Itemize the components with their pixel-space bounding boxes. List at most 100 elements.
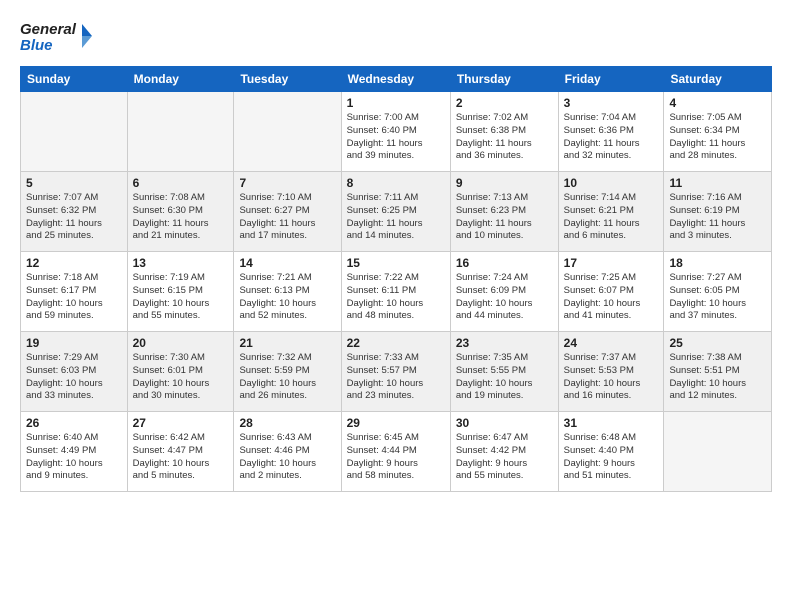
weekday-header-row: SundayMondayTuesdayWednesdayThursdayFrid…: [21, 67, 772, 92]
day-number: 15: [347, 256, 445, 270]
weekday-header-wednesday: Wednesday: [341, 67, 450, 92]
day-info: Sunrise: 6:42 AM Sunset: 4:47 PM Dayligh…: [133, 432, 229, 483]
day-number: 16: [456, 256, 553, 270]
day-number: 31: [564, 416, 659, 430]
day-cell: 12 Sunrise: 7:18 AM Sunset: 6:17 PM Dayli…: [21, 252, 128, 332]
day-cell: 3Sunrise: 7:04 AM Sunset: 6:36 PM Daylig…: [558, 92, 664, 172]
day-cell: 11 Sunrise: 7:16 AM Sunset: 6:19 PM Dayli…: [664, 172, 772, 252]
day-info: Sunrise: 7:29 AM Sunset: 6:03 PM Dayligh…: [26, 352, 122, 403]
day-cell: 4Sunrise: 7:05 AM Sunset: 6:34 PM Daylig…: [664, 92, 772, 172]
day-info: Sunrise: 7:32 AM Sunset: 5:59 PM Dayligh…: [239, 352, 335, 403]
day-info: Sunrise: 6:43 AM Sunset: 4:46 PM Dayligh…: [239, 432, 335, 483]
day-info: Sunrise: 7:35 AM Sunset: 5:55 PM Dayligh…: [456, 352, 553, 403]
day-info: Sunrise: 7:38 AM Sunset: 5:51 PM Dayligh…: [669, 352, 766, 403]
day-info: Sunrise: 7:10 AM Sunset: 6:27 PM Dayligh…: [239, 192, 335, 243]
header: GeneralBlue: [20, 16, 772, 56]
day-number: 13: [133, 256, 229, 270]
day-info: Sunrise: 7:24 AM Sunset: 6:09 PM Dayligh…: [456, 272, 553, 323]
weekday-header-sunday: Sunday: [21, 67, 128, 92]
day-cell: 1Sunrise: 7:00 AM Sunset: 6:40 PM Daylig…: [341, 92, 450, 172]
day-number: 30: [456, 416, 553, 430]
day-number: 25: [669, 336, 766, 350]
day-cell: 14 Sunrise: 7:21 AM Sunset: 6:13 PM Dayli…: [234, 252, 341, 332]
day-number: 22: [347, 336, 445, 350]
page: GeneralBlue SundayMondayTuesdayWednesday…: [0, 0, 792, 504]
day-cell: 22 Sunrise: 7:33 AM Sunset: 5:57 PM Dayli…: [341, 332, 450, 412]
day-cell: [127, 92, 234, 172]
day-number: 29: [347, 416, 445, 430]
day-cell: 9 Sunrise: 7:13 AM Sunset: 6:23 PM Daylig…: [450, 172, 558, 252]
day-info: Sunrise: 7:19 AM Sunset: 6:15 PM Dayligh…: [133, 272, 229, 323]
day-cell: 15 Sunrise: 7:22 AM Sunset: 6:11 PM Dayli…: [341, 252, 450, 332]
day-number: 7: [239, 176, 335, 190]
weekday-header-monday: Monday: [127, 67, 234, 92]
logo: GeneralBlue: [20, 16, 100, 56]
day-number: 6: [133, 176, 229, 190]
day-info: Sunrise: 7:25 AM Sunset: 6:07 PM Dayligh…: [564, 272, 659, 323]
day-cell: 20Sunrise: 7:30 AM Sunset: 6:01 PM Dayli…: [127, 332, 234, 412]
day-number: 8: [347, 176, 445, 190]
day-cell: 19 Sunrise: 7:29 AM Sunset: 6:03 PM Dayli…: [21, 332, 128, 412]
day-info: Sunrise: 7:08 AM Sunset: 6:30 PM Dayligh…: [133, 192, 229, 243]
day-cell: 17 Sunrise: 7:25 AM Sunset: 6:07 PM Dayli…: [558, 252, 664, 332]
day-number: 26: [26, 416, 122, 430]
day-number: 14: [239, 256, 335, 270]
day-cell: 6 Sunrise: 7:08 AM Sunset: 6:30 PM Daylig…: [127, 172, 234, 252]
day-number: 5: [26, 176, 122, 190]
day-number: 18: [669, 256, 766, 270]
day-cell: [664, 412, 772, 492]
day-info: Sunrise: 7:14 AM Sunset: 6:21 PM Dayligh…: [564, 192, 659, 243]
day-cell: 23 Sunrise: 7:35 AM Sunset: 5:55 PM Dayli…: [450, 332, 558, 412]
day-number: 27: [133, 416, 229, 430]
day-number: 17: [564, 256, 659, 270]
day-info: Sunrise: 7:27 AM Sunset: 6:05 PM Dayligh…: [669, 272, 766, 323]
day-info: Sunrise: 7:13 AM Sunset: 6:23 PM Dayligh…: [456, 192, 553, 243]
day-info: Sunrise: 7:07 AM Sunset: 6:32 PM Dayligh…: [26, 192, 122, 243]
svg-text:Blue: Blue: [20, 37, 53, 54]
week-row-4: 26 Sunrise: 6:40 AM Sunset: 4:49 PM Dayli…: [21, 412, 772, 492]
day-cell: 25 Sunrise: 7:38 AM Sunset: 5:51 PM Dayli…: [664, 332, 772, 412]
day-info: Sunrise: 6:45 AM Sunset: 4:44 PM Dayligh…: [347, 432, 445, 483]
day-cell: 29 Sunrise: 6:45 AM Sunset: 4:44 PM Dayli…: [341, 412, 450, 492]
day-cell: 13 Sunrise: 7:19 AM Sunset: 6:15 PM Dayli…: [127, 252, 234, 332]
day-info: Sunrise: 7:02 AM Sunset: 6:38 PM Dayligh…: [456, 112, 553, 163]
day-info: Sunrise: 6:40 AM Sunset: 4:49 PM Dayligh…: [26, 432, 122, 483]
day-cell: 7 Sunrise: 7:10 AM Sunset: 6:27 PM Daylig…: [234, 172, 341, 252]
day-info: Sunrise: 7:37 AM Sunset: 5:53 PM Dayligh…: [564, 352, 659, 403]
day-number: 11: [669, 176, 766, 190]
weekday-header-saturday: Saturday: [664, 67, 772, 92]
weekday-header-thursday: Thursday: [450, 67, 558, 92]
logo-svg: GeneralBlue: [20, 16, 100, 56]
day-info: Sunrise: 7:18 AM Sunset: 6:17 PM Dayligh…: [26, 272, 122, 323]
day-info: Sunrise: 7:33 AM Sunset: 5:57 PM Dayligh…: [347, 352, 445, 403]
day-info: Sunrise: 7:05 AM Sunset: 6:34 PM Dayligh…: [669, 112, 766, 163]
day-number: 3: [564, 96, 659, 110]
day-cell: 18 Sunrise: 7:27 AM Sunset: 6:05 PM Dayli…: [664, 252, 772, 332]
day-cell: 26 Sunrise: 6:40 AM Sunset: 4:49 PM Dayli…: [21, 412, 128, 492]
day-info: Sunrise: 7:22 AM Sunset: 6:11 PM Dayligh…: [347, 272, 445, 323]
day-info: Sunrise: 7:16 AM Sunset: 6:19 PM Dayligh…: [669, 192, 766, 243]
svg-text:General: General: [20, 21, 77, 38]
day-cell: 24 Sunrise: 7:37 AM Sunset: 5:53 PM Dayli…: [558, 332, 664, 412]
day-cell: 31Sunrise: 6:48 AM Sunset: 4:40 PM Dayli…: [558, 412, 664, 492]
day-info: Sunrise: 7:11 AM Sunset: 6:25 PM Dayligh…: [347, 192, 445, 243]
day-number: 12: [26, 256, 122, 270]
day-cell: 5 Sunrise: 7:07 AM Sunset: 6:32 PM Daylig…: [21, 172, 128, 252]
day-cell: 28 Sunrise: 6:43 AM Sunset: 4:46 PM Dayli…: [234, 412, 341, 492]
day-number: 23: [456, 336, 553, 350]
day-cell: 8 Sunrise: 7:11 AM Sunset: 6:25 PM Daylig…: [341, 172, 450, 252]
day-cell: 27 Sunrise: 6:42 AM Sunset: 4:47 PM Dayli…: [127, 412, 234, 492]
day-number: 19: [26, 336, 122, 350]
day-info: Sunrise: 7:21 AM Sunset: 6:13 PM Dayligh…: [239, 272, 335, 323]
weekday-header-tuesday: Tuesday: [234, 67, 341, 92]
day-cell: 30Sunrise: 6:47 AM Sunset: 4:42 PM Dayli…: [450, 412, 558, 492]
day-cell: 10 Sunrise: 7:14 AM Sunset: 6:21 PM Dayli…: [558, 172, 664, 252]
day-number: 9: [456, 176, 553, 190]
week-row-2: 12 Sunrise: 7:18 AM Sunset: 6:17 PM Dayli…: [21, 252, 772, 332]
day-number: 24: [564, 336, 659, 350]
day-cell: [21, 92, 128, 172]
weekday-header-friday: Friday: [558, 67, 664, 92]
day-number: 10: [564, 176, 659, 190]
day-number: 2: [456, 96, 553, 110]
day-number: 28: [239, 416, 335, 430]
